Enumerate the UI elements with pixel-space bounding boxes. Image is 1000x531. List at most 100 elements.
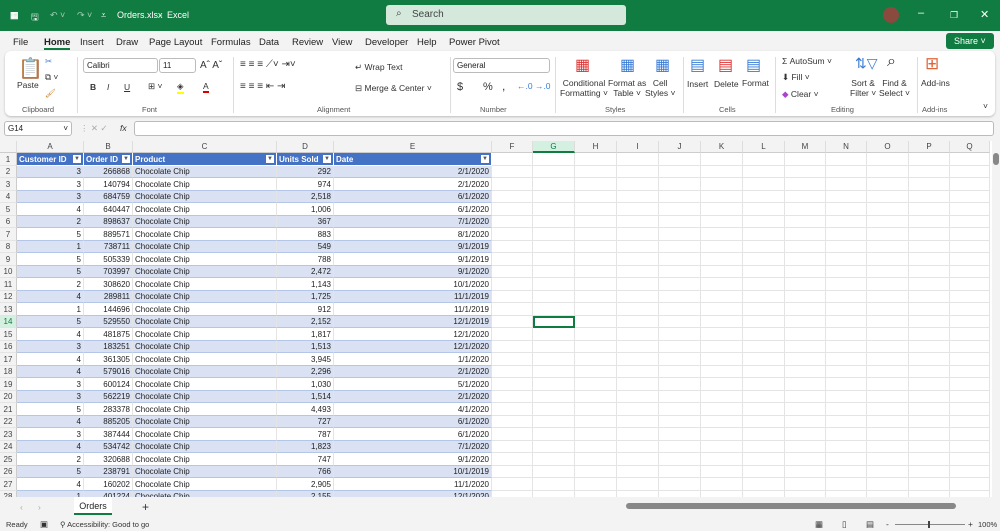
table-cell[interactable]: 6/1/2020	[334, 203, 492, 216]
currency-button[interactable]: $	[457, 81, 463, 93]
table-cell[interactable]: Chocolate Chip	[133, 340, 277, 353]
cell[interactable]	[826, 153, 867, 166]
table-cell[interactable]: Chocolate Chip	[133, 278, 277, 291]
cell[interactable]	[950, 290, 990, 303]
cell[interactable]	[785, 353, 826, 366]
cell[interactable]	[743, 153, 785, 166]
zoom-slider[interactable]	[895, 521, 965, 528]
zoom-in-button[interactable]: +	[968, 519, 973, 529]
table-cell[interactable]: 12/1/2019	[334, 315, 492, 328]
clear-button[interactable]: ◆ Clear ˅	[782, 89, 819, 100]
cell[interactable]	[701, 415, 743, 428]
cell[interactable]	[492, 153, 533, 166]
percent-button[interactable]: %	[483, 81, 493, 93]
table-cell[interactable]: 2	[17, 453, 84, 466]
cell[interactable]	[575, 365, 617, 378]
vertical-align-icon[interactable]: ≡ ≡ ≡ ⟋˅ ⇥˅	[240, 59, 296, 70]
cell[interactable]	[575, 228, 617, 241]
cell[interactable]	[617, 240, 659, 253]
cell[interactable]	[617, 228, 659, 241]
cell[interactable]	[950, 478, 990, 491]
table-cell[interactable]: 9/1/2020	[334, 265, 492, 278]
undo-icon[interactable]: ↶ ˅	[50, 10, 65, 21]
cell[interactable]	[575, 390, 617, 403]
cell[interactable]	[701, 340, 743, 353]
cell[interactable]	[909, 165, 950, 178]
cell[interactable]	[950, 178, 990, 191]
table-cell[interactable]: 9/1/2020	[334, 453, 492, 466]
cell[interactable]	[909, 365, 950, 378]
cell[interactable]	[785, 303, 826, 316]
cell[interactable]	[617, 403, 659, 416]
row-header-2[interactable]: 2	[0, 165, 17, 178]
cell-styles-button[interactable]: Cell Styles ˅	[645, 78, 675, 98]
cell[interactable]	[950, 365, 990, 378]
underline-button[interactable]: U	[124, 82, 130, 92]
table-cell[interactable]: 2	[17, 278, 84, 291]
table-cell[interactable]: 885205	[84, 415, 133, 428]
row-header-8[interactable]: 8	[0, 240, 17, 253]
cell[interactable]	[743, 265, 785, 278]
cell[interactable]	[743, 215, 785, 228]
cell[interactable]	[950, 240, 990, 253]
cell[interactable]	[575, 465, 617, 478]
table-cell[interactable]: Chocolate Chip	[133, 365, 277, 378]
cell[interactable]	[533, 153, 575, 166]
selected-cell-G14[interactable]	[533, 315, 575, 328]
cell[interactable]	[867, 365, 909, 378]
avatar[interactable]	[883, 7, 899, 23]
cell[interactable]	[533, 265, 575, 278]
cell[interactable]	[701, 403, 743, 416]
column-header-N[interactable]: N	[826, 141, 867, 153]
cell[interactable]	[867, 478, 909, 491]
column-header-I[interactable]: I	[617, 141, 659, 153]
table-cell[interactable]: 12/1/2020	[334, 340, 492, 353]
cell[interactable]	[492, 453, 533, 466]
cell[interactable]	[617, 153, 659, 166]
table-cell[interactable]: 747	[277, 453, 334, 466]
cell[interactable]	[492, 228, 533, 241]
column-header-P[interactable]: P	[909, 141, 950, 153]
column-header-B[interactable]: B	[84, 141, 133, 153]
cell[interactable]	[867, 290, 909, 303]
font-name-select[interactable]: Calibri	[83, 58, 158, 73]
cell[interactable]	[617, 290, 659, 303]
table-cell[interactable]: Chocolate Chip	[133, 465, 277, 478]
row-header-18[interactable]: 18	[0, 365, 17, 378]
cell[interactable]	[533, 215, 575, 228]
find-select-button[interactable]: Find & Select ˅	[879, 78, 910, 98]
macro-icon[interactable]: ▣	[40, 519, 48, 530]
cell[interactable]	[950, 378, 990, 391]
cell[interactable]	[533, 403, 575, 416]
cell[interactable]	[492, 365, 533, 378]
table-cell[interactable]: 183251	[84, 340, 133, 353]
bold-button[interactable]: B	[90, 82, 96, 92]
cell[interactable]	[785, 253, 826, 266]
format-as-table-button[interactable]: Format as Table ˅	[608, 78, 646, 98]
cell[interactable]	[659, 365, 701, 378]
table-cell[interactable]: 2,472	[277, 265, 334, 278]
cell[interactable]	[785, 428, 826, 441]
table-cell[interactable]: 3	[17, 390, 84, 403]
table-cell[interactable]: 4	[17, 365, 84, 378]
cell[interactable]	[909, 378, 950, 391]
table-cell[interactable]: 529550	[84, 315, 133, 328]
column-header-O[interactable]: O	[867, 141, 909, 153]
cell[interactable]	[533, 240, 575, 253]
cell[interactable]	[909, 290, 950, 303]
table-cell[interactable]: Chocolate Chip	[133, 290, 277, 303]
table-cell[interactable]: 889571	[84, 228, 133, 241]
row-header-24[interactable]: 24	[0, 440, 17, 453]
cell[interactable]	[492, 415, 533, 428]
cell[interactable]	[826, 290, 867, 303]
cell[interactable]	[617, 253, 659, 266]
cell[interactable]	[659, 465, 701, 478]
table-cell[interactable]: 481875	[84, 328, 133, 341]
cell[interactable]	[826, 440, 867, 453]
cell[interactable]	[701, 165, 743, 178]
cell[interactable]	[701, 228, 743, 241]
insert-function-button[interactable]: fx	[120, 123, 127, 133]
cut-icon[interactable]: ✂	[45, 56, 52, 67]
cell[interactable]	[826, 240, 867, 253]
cell[interactable]	[909, 190, 950, 203]
